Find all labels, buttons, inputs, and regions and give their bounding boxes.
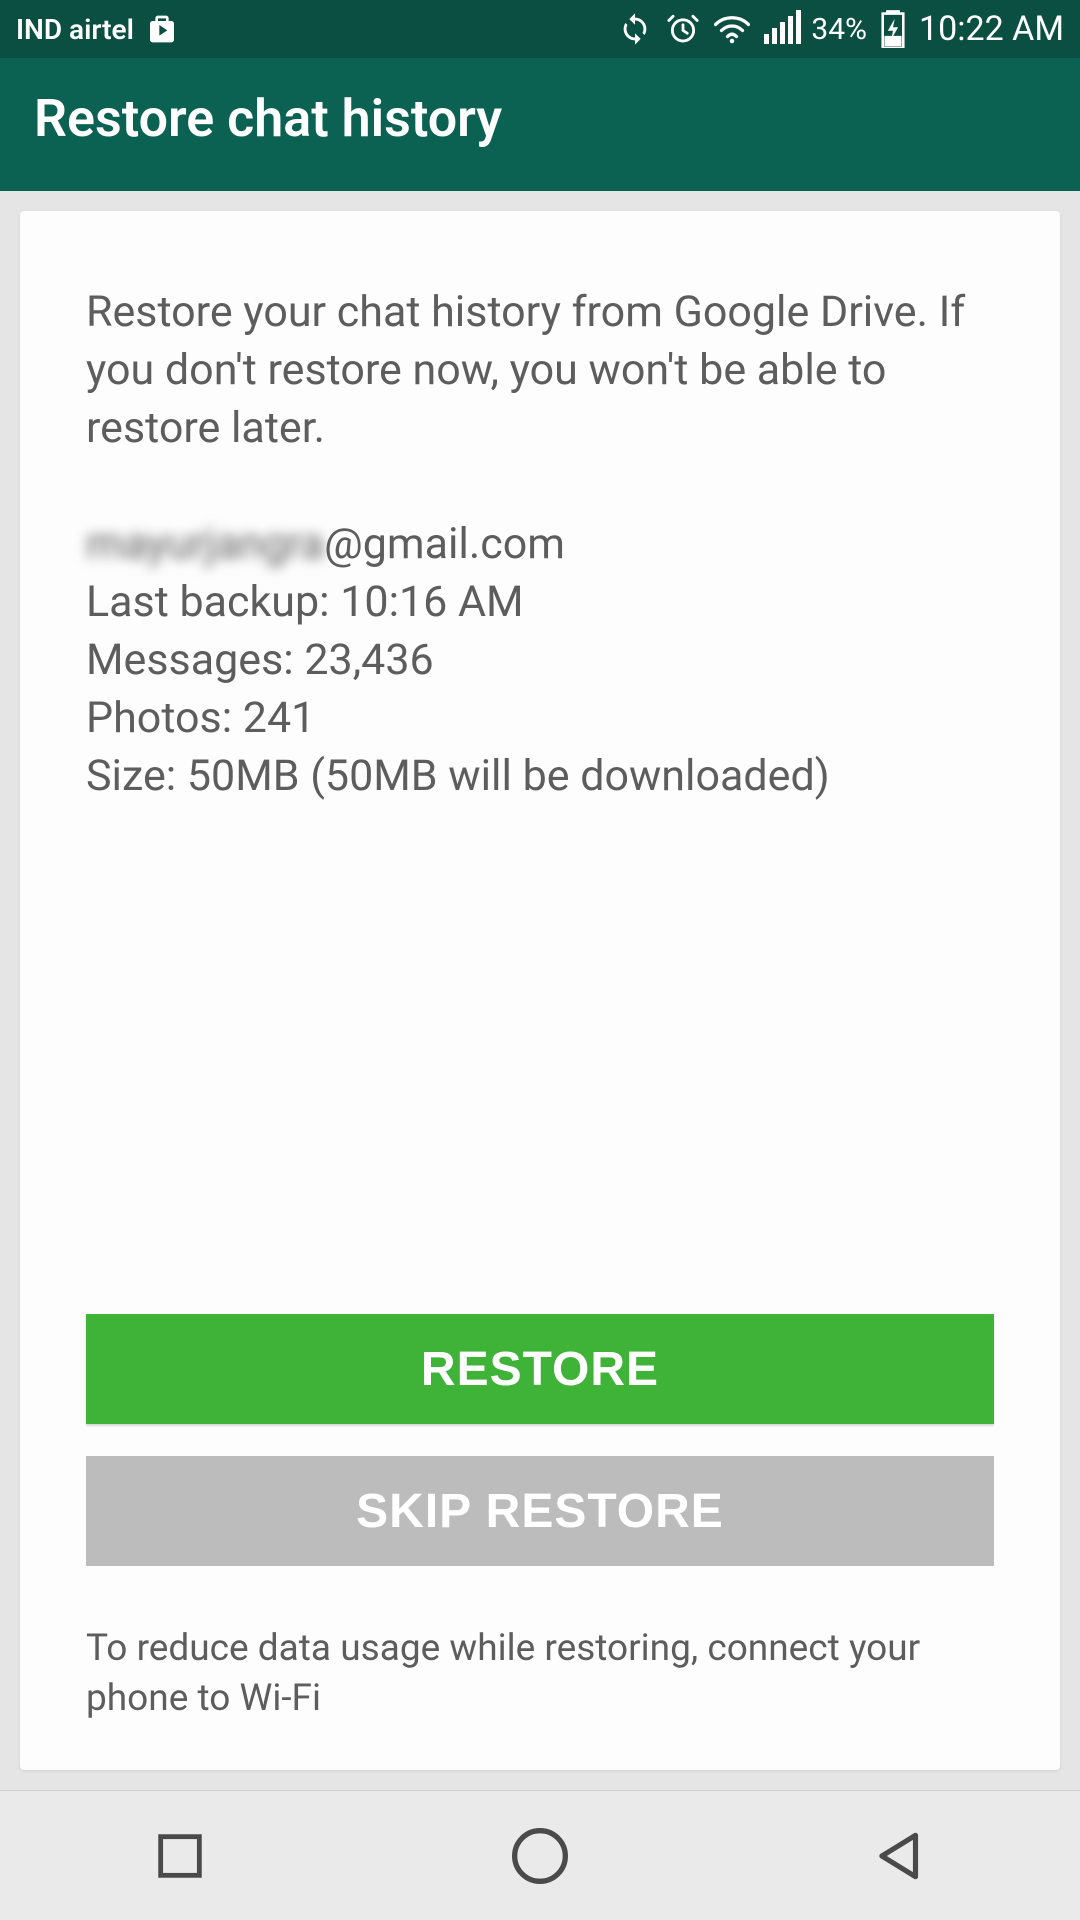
- last-backup-value: 10:16 AM: [340, 577, 523, 627]
- square-icon: [151, 1827, 209, 1885]
- last-backup-line: Last backup: 10:16 AM: [86, 573, 994, 631]
- status-bar: IND airtel: [0, 0, 1080, 58]
- cell-signal-icon: [764, 14, 801, 44]
- home-button[interactable]: [500, 1816, 580, 1896]
- size-value: 50MB (50MB will be downloaded): [187, 751, 830, 801]
- page-title: Restore chat history: [34, 88, 1046, 149]
- alarm-icon: [666, 12, 700, 46]
- messages-label: Messages:: [86, 635, 294, 685]
- back-button[interactable]: [860, 1816, 940, 1896]
- messages-line: Messages: 23,436: [86, 631, 994, 689]
- status-right: 34% 10:22 AM: [618, 9, 1064, 49]
- email-redacted: mayurjangra: [86, 515, 324, 573]
- app-bar: Restore chat history: [0, 58, 1080, 191]
- email-line: mayurjangra@gmail.com: [86, 515, 994, 573]
- size-line: Size: 50MB (50MB will be downloaded): [86, 747, 994, 805]
- battery-charging-icon: [881, 10, 905, 48]
- wifi-icon: [714, 14, 750, 44]
- messages-value: 23,436: [304, 635, 433, 685]
- size-label: Size:: [86, 751, 176, 801]
- sync-icon: [618, 12, 652, 46]
- button-group: RESTORE SKIP RESTORE To reduce data usag…: [86, 1314, 994, 1724]
- photos-line: Photos: 241: [86, 689, 994, 747]
- email-domain: @gmail.com: [324, 519, 565, 569]
- battery-percent: 34%: [811, 12, 867, 47]
- content-area: Restore your chat history from Google Dr…: [0, 191, 1080, 1790]
- backup-details: mayurjangra@gmail.com Last backup: 10:16…: [86, 515, 994, 805]
- play-store-icon: [146, 13, 178, 45]
- restore-button[interactable]: RESTORE: [86, 1314, 994, 1424]
- status-left: IND airtel: [16, 13, 178, 46]
- footer-note: To reduce data usage while restoring, co…: [86, 1624, 994, 1724]
- back-triangle-icon: [869, 1825, 931, 1887]
- intro-text: Restore your chat history from Google Dr…: [86, 283, 994, 457]
- circle-icon: [508, 1824, 572, 1888]
- restore-card: Restore your chat history from Google Dr…: [20, 211, 1060, 1770]
- skip-restore-button[interactable]: SKIP RESTORE: [86, 1456, 994, 1566]
- clock-time: 10:22 AM: [919, 9, 1064, 49]
- recents-button[interactable]: [140, 1816, 220, 1896]
- carrier-label: IND airtel: [16, 13, 134, 46]
- nav-bar: [0, 1790, 1080, 1920]
- photos-label: Photos:: [86, 693, 232, 743]
- last-backup-label: Last backup:: [86, 577, 330, 627]
- photos-value: 241: [243, 693, 316, 743]
